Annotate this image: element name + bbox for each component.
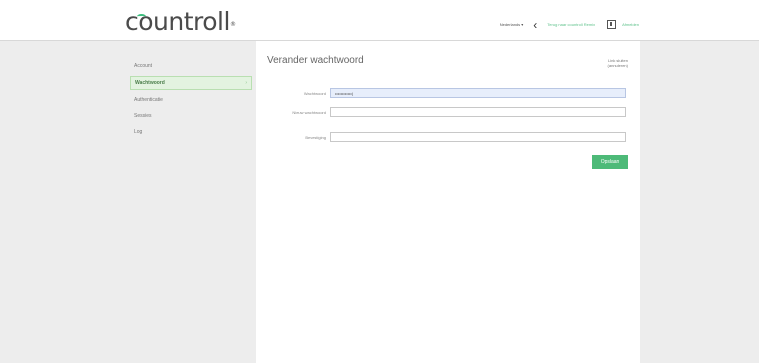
sidebar-item-wachtwoord[interactable]: Wachtwoord ›: [130, 76, 252, 90]
page-title: Verander wachtwoord: [267, 55, 364, 66]
registered-mark: ®: [229, 21, 236, 28]
sidebar-item-label: Account: [134, 63, 153, 69]
settings-sidebar: Account Wachtwoord › Authenticatie Sessie…: [130, 60, 252, 142]
sidebar-item-sessies[interactable]: Sessies: [130, 110, 250, 122]
confirm-password-field[interactable]: [330, 132, 626, 142]
confirm-label: Bevestiging: [305, 135, 326, 140]
main-panel: Verander wachtwoord Link sluiten (annule…: [256, 41, 640, 363]
top-bar: countroll® Nederlands ▾ ‹ Terug naar cou…: [0, 0, 759, 40]
logout-link[interactable]: Afmelden: [622, 22, 639, 27]
logo-text: countroll: [125, 7, 230, 36]
language-selector[interactable]: Nederlands ▾: [500, 22, 524, 27]
countroll-logo[interactable]: countroll®: [125, 7, 236, 36]
sidebar-item-label: Authenticatie: [134, 97, 163, 103]
back-link[interactable]: Terug naar countroll Remix: [547, 22, 595, 27]
chevron-right-icon: ›: [245, 80, 247, 86]
sidebar-item-authenticatie[interactable]: Authenticatie: [130, 94, 250, 106]
logo-accent-mark: [137, 14, 146, 19]
sidebar-item-log[interactable]: Log: [130, 126, 250, 138]
new-password-field[interactable]: [330, 107, 626, 117]
password-label: Wachtwoord: [303, 91, 326, 96]
sidebar-item-account[interactable]: Account: [130, 60, 250, 72]
sidebar-item-label: Wachtwoord: [135, 80, 165, 86]
current-password-field[interactable]: [330, 88, 626, 98]
logout-icon[interactable]: [607, 20, 617, 29]
save-button[interactable]: Opslaan: [592, 155, 628, 169]
new-password-label: Nieuw wachtwoord: [292, 110, 326, 115]
cancel-link[interactable]: Link sluiten (annuleren): [598, 58, 628, 68]
top-right-controls: Nederlands ▾ ‹ Terug naar countroll Remi…: [500, 19, 639, 31]
chevron-left-icon[interactable]: ‹: [533, 19, 537, 31]
sidebar-item-label: Log: [134, 129, 143, 135]
sidebar-item-label: Sessies: [134, 113, 152, 119]
